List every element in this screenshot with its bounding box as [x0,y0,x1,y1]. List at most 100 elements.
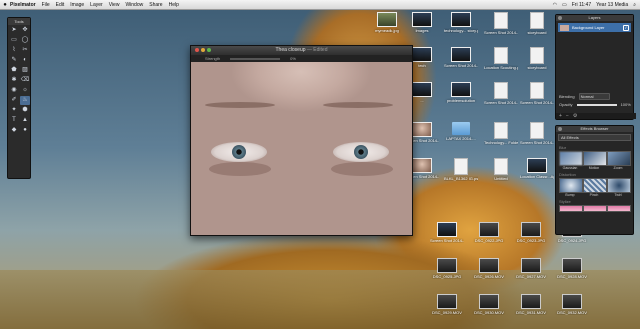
strength-slider[interactable] [230,57,281,60]
tool-icon[interactable]: ▭ [9,36,19,45]
menu-view[interactable]: View [109,2,120,8]
desktop-icon[interactable]: LAPTAX 2014-... [444,122,478,141]
effect-bump[interactable]: Bump [559,178,583,197]
effect-gaussian[interactable]: Gaussian [559,151,583,170]
tool-icon[interactable]: ☼ [20,86,30,95]
menu-layer[interactable]: Layer [90,2,103,8]
opacity-slider-fill [576,103,617,106]
effect-twirl[interactable]: Twirl [607,178,631,197]
document-icon [494,47,508,64]
tool-icon[interactable]: ⬟ [9,66,19,75]
menu-user[interactable]: Year 13 Media [596,2,628,8]
desktop-icon[interactable]: DSC_0926.MOV [472,258,506,279]
tool-icon[interactable]: ✐ [9,96,19,105]
spotlight-icon[interactable]: ⌕ [633,2,636,8]
image-window-titlebar[interactable]: Thea closeup — Edited [191,46,412,55]
effect-stylize-2[interactable] [583,205,607,212]
menu-edit[interactable]: Edit [56,2,65,8]
menu-window[interactable]: Window [125,2,143,8]
tool-icon[interactable]: ▲ [20,116,30,125]
menu-share[interactable]: Share [149,2,162,8]
tool-icon[interactable]: ♨ [20,96,30,105]
effect-motion[interactable]: Motion [583,151,607,170]
desktop-icon[interactable]: DSC_0922.JPG [472,222,506,243]
add-layer-button[interactable]: + [559,113,562,119]
tool-icon[interactable]: ◉ [9,86,19,95]
desktop-icon[interactable]: Screen Shot 2014-... [430,222,464,243]
desktop-icon-label: Screen Shot 2014-...0.58.07 [484,30,518,35]
apple-menu-icon[interactable]: ● [0,2,10,8]
tool-icon[interactable]: T [9,116,19,125]
desktop-icon[interactable]: storyboard [520,47,554,70]
desktop-icon[interactable]: Screen Shot 2014-...2.48.05 [520,82,554,105]
effect-zoom[interactable]: Zoom [607,151,631,170]
wifi-icon[interactable]: ◠ [553,2,557,8]
image-file-icon [377,12,397,27]
tool-icon[interactable]: ⌫ [20,76,30,85]
desktop-icon[interactable]: storyboard [520,12,554,35]
battery-icon[interactable]: ▭ [562,2,567,8]
remove-layer-button[interactable]: − [566,113,569,119]
image-window-title: Thea closeup [275,47,306,53]
desktop-icon[interactable]: Untitled [484,158,518,181]
menu-help[interactable]: Help [169,2,179,8]
image-window[interactable]: Thea closeup — Edited Strength 0% [190,45,413,236]
desktop-icon[interactable]: mymeadk.jpg [370,12,404,33]
desktop-icon[interactable]: technology... story.pdf [444,12,478,33]
blending-select[interactable]: Normal [578,93,610,100]
desktop-icon[interactable]: DSC_0925.JPG [430,258,464,279]
tool-icon[interactable]: ◐ [20,56,30,65]
tool-icon[interactable]: ◆ [9,126,19,135]
photo-canvas[interactable] [191,62,412,235]
tool-icon[interactable]: ⌇ [9,46,19,55]
effect-stylize-1[interactable] [559,205,583,212]
layers-title-bar[interactable]: Layers [556,15,633,21]
opacity-slider[interactable] [576,103,617,106]
desktop-icon[interactable]: DSC_0932.MOV [555,294,589,315]
effect-label: Twirl [614,193,622,197]
minimize-button[interactable] [201,48,205,52]
desktop-icon[interactable]: DSC_0931.MOV [514,294,548,315]
tool-icon[interactable]: ▨ [20,66,30,75]
tool-icon[interactable]: ◯ [20,36,30,45]
desktop-icon[interactable]: DSC_0923.JPG [514,222,548,243]
tool-icon[interactable]: ✱ [9,76,19,85]
menu-clock[interactable]: Fri 11:47 [572,2,591,8]
document-icon [494,122,508,139]
close-button[interactable] [195,48,199,52]
menu-image[interactable]: Image [70,2,84,8]
desktop-icon[interactable]: Images [405,12,439,33]
desktop-icon[interactable]: Screen Shot 2014-...5.48.55 [444,47,478,68]
tool-icon[interactable]: ✂ [20,46,30,55]
layer-settings-button[interactable]: ⚙ [573,113,577,119]
desktop-icon[interactable]: DSC_0927.MOV [514,258,548,279]
effects-title-bar[interactable]: Effects Browser [556,126,633,132]
tool-icon[interactable]: ➤ [9,26,19,35]
desktop-icon[interactable]: Technology... Folder [484,122,518,145]
tool-icon[interactable]: ✎ [9,56,19,65]
tool-icon[interactable]: ⬢ [20,106,30,115]
menu-app-name[interactable]: Pixelmator [10,2,36,8]
effects-filter-select[interactable]: All Effects [558,134,631,141]
desktop-icon[interactable]: DSC_0930.MOV [472,294,506,315]
zoom-button[interactable] [207,48,211,52]
desktop-icon[interactable]: Screen Shot 2014-...0.58.07 [484,12,518,35]
close-icon[interactable] [558,127,562,131]
desktop-icon[interactable]: DSC_0928.MOV [555,258,589,279]
desktop-icon[interactable]: DSC_0929.MOV [430,294,464,315]
layer-row-background[interactable]: Background Layer ✓ [558,23,631,32]
layer-visibility-checkbox[interactable]: ✓ [623,24,629,31]
desktop-icon[interactable]: Location Scouting.pdf [484,47,518,70]
desktop-icon[interactable]: Screen Shot 2014-...2.48.08 [484,82,518,105]
desktop-icon[interactable]: problemsolution [444,82,478,103]
tool-icon[interactable]: ✦ [9,106,19,115]
desktop-icon[interactable]: BLKL_B1362 IG.psd [444,158,478,181]
tool-icon[interactable]: ● [20,126,30,135]
effect-pinch[interactable]: Pinch [583,178,607,197]
tool-icon[interactable]: ✥ [20,26,30,35]
desktop-icon[interactable]: Location Classr...Appt [520,158,554,179]
effect-stylize-3[interactable] [607,205,631,212]
close-icon[interactable] [558,16,562,20]
menu-file[interactable]: File [42,2,50,8]
desktop-icon[interactable]: Screen Shot 2014-...12.15.08 [520,122,554,145]
